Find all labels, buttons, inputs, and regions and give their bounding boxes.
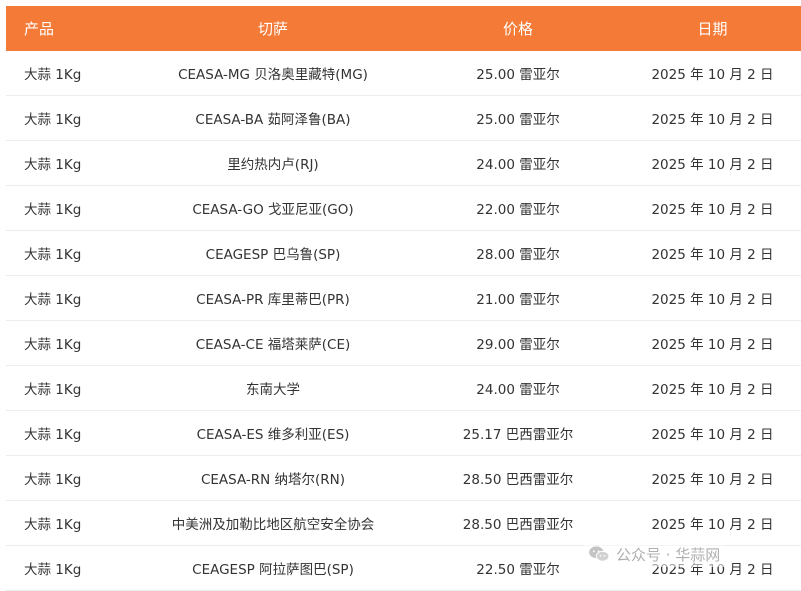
cell-price: 25.17 巴西雷亚尔 bbox=[412, 410, 624, 456]
cell-date: 2025 年 10 月 2 日 bbox=[624, 500, 801, 546]
cell-price: 21.00 雷亚尔 bbox=[412, 275, 624, 321]
table-header: 产品 切萨 价格 日期 bbox=[6, 6, 801, 51]
cell-date: 2025 年 10 月 2 日 bbox=[624, 410, 801, 456]
table-row: 大蒜 1Kg 中美洲及加勒比地区航空安全协会 28.50 巴西雷亚尔 2025 年 1… bbox=[6, 500, 801, 546]
cell-product: 大蒜 1Kg bbox=[6, 185, 134, 231]
cell-product: 大蒜 1Kg bbox=[6, 365, 134, 411]
cell-price: 28.50 巴西雷亚尔 bbox=[412, 455, 624, 501]
cell-date: 2025 年 10 月 2 日 bbox=[624, 230, 801, 276]
cell-ceasa: CEAGESP 阿拉萨图巴(SP) bbox=[134, 545, 412, 591]
cell-date: 2025 年 10 月 2 日 bbox=[624, 455, 801, 501]
watermark: 公众号 · 华蒜网 bbox=[584, 541, 725, 567]
table-body: 大蒜 1Kg CEASA-MG 贝洛奥里藏特(MG) 25.00 雷亚尔 2025 年… bbox=[6, 51, 801, 591]
cell-ceasa: CEASA-PR 库里蒂巴(PR) bbox=[134, 275, 412, 321]
cell-ceasa: 中美洲及加勒比地区航空安全协会 bbox=[134, 500, 412, 546]
cell-date: 2025 年 10 月 2 日 bbox=[624, 51, 801, 96]
table-row: 大蒜 1Kg CEASA-PR 库里蒂巴(PR) 21.00 雷亚尔 2025 年 1… bbox=[6, 275, 801, 321]
table-row: 大蒜 1Kg CEASA-MG 贝洛奥里藏特(MG) 25.00 雷亚尔 2025 年… bbox=[6, 51, 801, 96]
cell-price: 22.00 雷亚尔 bbox=[412, 185, 624, 231]
cell-product: 大蒜 1Kg bbox=[6, 230, 134, 276]
cell-product: 大蒜 1Kg bbox=[6, 140, 134, 186]
cell-date: 2025 年 10 月 2 日 bbox=[624, 320, 801, 366]
cell-product: 大蒜 1Kg bbox=[6, 410, 134, 456]
cell-date: 2025 年 10 月 2 日 bbox=[624, 95, 801, 141]
header-product[interactable]: 产品 bbox=[6, 6, 134, 51]
cell-product: 大蒜 1Kg bbox=[6, 545, 134, 591]
header-ceasa[interactable]: 切萨 bbox=[134, 6, 412, 51]
price-table-container: 产品 切萨 价格 日期 大蒜 1Kg CEASA-MG 贝洛奥里藏特(MG) 25.… bbox=[6, 6, 801, 591]
cell-price: 24.00 雷亚尔 bbox=[412, 365, 624, 411]
cell-product: 大蒜 1Kg bbox=[6, 51, 134, 96]
header-date[interactable]: 日期 bbox=[624, 6, 801, 51]
cell-ceasa: 东南大学 bbox=[134, 365, 412, 411]
cell-price: 28.50 巴西雷亚尔 bbox=[412, 500, 624, 546]
cell-date: 2025 年 10 月 2 日 bbox=[624, 365, 801, 411]
cell-ceasa: CEASA-RN 纳塔尔(RN) bbox=[134, 455, 412, 501]
price-table: 产品 切萨 价格 日期 大蒜 1Kg CEASA-MG 贝洛奥里藏特(MG) 25.… bbox=[6, 6, 801, 591]
cell-price: 28.00 雷亚尔 bbox=[412, 230, 624, 276]
table-row: 大蒜 1Kg CEASA-BA 茹阿泽鲁(BA) 25.00 雷亚尔 2025 年 1… bbox=[6, 95, 801, 141]
cell-ceasa: CEASA-BA 茹阿泽鲁(BA) bbox=[134, 95, 412, 141]
cell-ceasa: CEASA-CE 福塔莱萨(CE) bbox=[134, 320, 412, 366]
cell-ceasa: CEASA-ES 维多利亚(ES) bbox=[134, 410, 412, 456]
cell-product: 大蒜 1Kg bbox=[6, 500, 134, 546]
wechat-icon bbox=[589, 546, 610, 562]
table-row: 大蒜 1Kg 东南大学 24.00 雷亚尔 2025 年 10 月 2 日 bbox=[6, 365, 801, 411]
header-price[interactable]: 价格 bbox=[412, 6, 624, 51]
cell-ceasa: CEASA-GO 戈亚尼亚(GO) bbox=[134, 185, 412, 231]
cell-ceasa: 里约热内卢(RJ) bbox=[134, 140, 412, 186]
cell-price: 29.00 雷亚尔 bbox=[412, 320, 624, 366]
table-row: 大蒜 1Kg CEAGESP 巴乌鲁(SP) 28.00 雷亚尔 2025 年 10 … bbox=[6, 230, 801, 276]
cell-ceasa: CEASA-MG 贝洛奥里藏特(MG) bbox=[134, 51, 412, 96]
table-row: 大蒜 1Kg CEASA-CE 福塔莱萨(CE) 29.00 雷亚尔 2025 年 1… bbox=[6, 320, 801, 366]
cell-date: 2025 年 10 月 2 日 bbox=[624, 140, 801, 186]
cell-price: 25.00 雷亚尔 bbox=[412, 51, 624, 96]
cell-date: 2025 年 10 月 2 日 bbox=[624, 185, 801, 231]
watermark-text: 公众号 · 华蒜网 bbox=[616, 545, 721, 564]
table-row: 大蒜 1Kg CEASA-RN 纳塔尔(RN) 28.50 巴西雷亚尔 2025 年 … bbox=[6, 455, 801, 501]
cell-ceasa: CEAGESP 巴乌鲁(SP) bbox=[134, 230, 412, 276]
table-row: 大蒜 1Kg CEASA-ES 维多利亚(ES) 25.17 巴西雷亚尔 2025 年… bbox=[6, 410, 801, 456]
table-row: 大蒜 1Kg CEASA-GO 戈亚尼亚(GO) 22.00 雷亚尔 2025 年 1… bbox=[6, 185, 801, 231]
cell-product: 大蒜 1Kg bbox=[6, 275, 134, 321]
header-row: 产品 切萨 价格 日期 bbox=[6, 6, 801, 51]
cell-date: 2025 年 10 月 2 日 bbox=[624, 275, 801, 321]
table-row: 大蒜 1Kg 里约热内卢(RJ) 24.00 雷亚尔 2025 年 10 月 2 日 bbox=[6, 140, 801, 186]
cell-price: 24.00 雷亚尔 bbox=[412, 140, 624, 186]
cell-price: 25.00 雷亚尔 bbox=[412, 95, 624, 141]
cell-product: 大蒜 1Kg bbox=[6, 320, 134, 366]
cell-product: 大蒜 1Kg bbox=[6, 455, 134, 501]
cell-product: 大蒜 1Kg bbox=[6, 95, 134, 141]
